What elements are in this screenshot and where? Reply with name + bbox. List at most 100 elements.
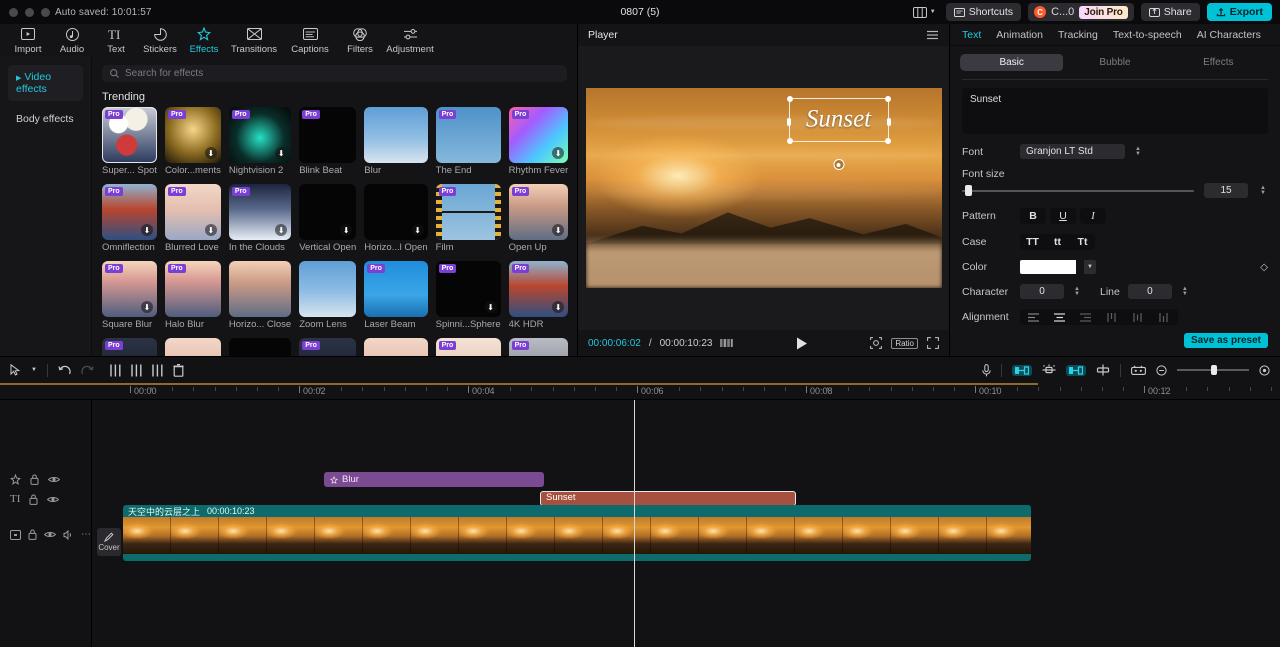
effect-thumbnail[interactable]: Pro ⬇ [102,261,157,317]
effect-item[interactable] [164,338,221,356]
effect-thumbnail[interactable]: Pro [164,261,221,317]
text-clip-sunset[interactable]: Sunset [540,491,796,506]
effect-thumbnail[interactable] [164,338,221,356]
text-content-input[interactable]: Sunset [962,88,1268,134]
resize-handle-bl[interactable] [786,138,793,144]
effect-thumbnail[interactable] [299,261,357,317]
effect-thumbnail[interactable]: Pro [508,338,569,356]
effect-thumbnail[interactable]: Pro ⬇ [164,107,221,163]
font-stepper[interactable]: ▲ ▼ [1133,146,1143,157]
segment-effects[interactable]: Effects [1167,54,1270,71]
uppercase-button[interactable]: TT [1020,234,1045,250]
maximize-window-button[interactable] [41,7,50,17]
menu-item-effects[interactable]: Effects [182,27,226,55]
effect-item[interactable]: Pro ⬇ Rhythm Fever [508,107,569,176]
undo-icon[interactable] [58,365,71,376]
effect-item[interactable]: Pro [435,338,501,356]
effect-thumbnail[interactable]: Pro ⬇ [508,184,569,240]
menu-item-transitions[interactable]: Transitions [226,27,282,55]
effect-item[interactable]: Pro Film [435,184,501,253]
close-window-button[interactable] [9,7,18,17]
font-size-slider[interactable] [962,184,1194,198]
tab-animation[interactable]: Animation [996,29,1043,41]
menu-item-stickers[interactable]: Stickers [138,27,182,55]
resize-handle-tr[interactable] [884,96,891,102]
menu-item-adjustment[interactable]: Adjustment [382,27,438,55]
crop-icon[interactable] [1066,364,1086,376]
mask-icon[interactable] [1131,364,1146,376]
eye-icon[interactable] [48,475,60,484]
effect-item[interactable]: Pro The End [435,107,501,176]
split-icon[interactable] [110,364,121,377]
effect-thumbnail[interactable]: Pro ⬇ [508,107,569,163]
download-icon[interactable]: ⬇ [552,147,565,159]
effect-thumbnail[interactable]: Pro [102,107,157,163]
resize-handle-br[interactable] [884,138,891,144]
effect-clip-blur[interactable]: Blur [324,472,544,487]
effect-thumbnail[interactable] [228,261,292,317]
tab-ai-characters[interactable]: AI Characters [1197,29,1261,41]
effect-item[interactable]: ⬇ Horizo...l Open [364,184,428,253]
effect-thumbnail[interactable] [228,338,292,356]
effect-thumbnail[interactable]: Pro [299,338,357,356]
align-vertical-center-icon[interactable] [1126,310,1150,324]
video-preview[interactable]: Sunset [585,88,942,288]
effect-thumbnail[interactable]: Pro [435,338,501,356]
category-video-effects[interactable]: ▶ Video effects [8,65,83,101]
shortcuts-button[interactable]: Shortcuts [945,3,1022,21]
export-button[interactable]: Export [1206,3,1272,21]
search-input[interactable]: Search for effects [102,65,567,82]
redo-icon[interactable] [81,365,94,376]
download-icon[interactable]: ⬇ [340,224,353,236]
effect-thumbnail[interactable]: ⬇ [364,184,428,240]
text-icon[interactable]: TI [10,493,20,505]
effect-item[interactable]: Pro ⬇ 4K HDR [508,261,569,330]
trim-right-icon[interactable] [152,364,163,377]
effect-item[interactable]: Pro ⬇ Omniflection [102,184,157,253]
tracks-area[interactable]: Cover Blur Sunset 天空中的云层之上 00:00:10:23 [92,400,1280,647]
effect-item[interactable]: Pro ⬇ Spinni...Sphere [435,261,501,330]
text-overlay-box[interactable]: Sunset [786,96,891,170]
download-icon[interactable]: ⬇ [484,301,497,313]
menu-item-audio[interactable]: Audio [50,27,94,55]
effect-item[interactable]: Zoom Lens [299,261,357,330]
zoom-in-icon[interactable] [1259,364,1270,376]
effect-thumbnail[interactable]: Pro [299,107,357,163]
titlecase-button[interactable]: Tt [1070,234,1095,250]
effect-item[interactable]: Pro ⬇ Color...ments [164,107,221,176]
menu-item-text[interactable]: TI Text [94,27,138,55]
lowercase-button[interactable]: tt [1045,234,1070,250]
zoom-knob[interactable] [1211,365,1217,375]
more-icon[interactable]: ⋯ [81,529,92,540]
effect-item[interactable]: Blur [364,107,428,176]
effect-thumbnail[interactable]: Pro ⬇ [508,261,569,317]
lock-icon[interactable] [28,529,37,540]
cover-button[interactable]: Cover [97,528,121,556]
account-chip[interactable]: C C...0 Join Pro [1028,3,1134,21]
color-dropdown-icon[interactable]: ▼ [1084,260,1096,274]
download-icon[interactable]: ⬇ [552,224,565,236]
menu-item-import[interactable]: Import [6,27,50,55]
effect-thumbnail[interactable]: Pro [435,184,501,240]
zoom-out-icon[interactable] [1156,364,1167,376]
chevron-down-icon[interactable]: ▼ [31,367,37,373]
effect-thumbnail[interactable]: Pro ⬇ [102,184,157,240]
timeline-ruler[interactable]: 00:00 00:02 00:04 00:06 00:08 00:10 00:12 [0,383,1280,400]
effect-thumbnail[interactable]: Pro ⬇ [435,261,501,317]
slider-knob[interactable] [965,185,972,196]
eye-icon[interactable] [44,530,56,539]
window-controls[interactable] [9,7,50,17]
quality-icon[interactable] [720,338,734,348]
video-icon[interactable] [10,529,21,540]
share-button[interactable]: Share [1140,3,1200,21]
rotate-handle[interactable] [833,159,844,170]
character-value[interactable]: 0 [1020,284,1064,299]
align-vertical-bottom-icon[interactable] [1152,310,1176,324]
category-body-effects[interactable]: Body effects [8,107,83,131]
effect-item[interactable]: Pro Super... Spot [102,107,157,176]
mixer-icon[interactable] [1042,364,1056,376]
download-icon[interactable]: ⬇ [275,224,288,236]
download-icon[interactable]: ⬇ [140,301,153,313]
keyframe-icon[interactable] [1012,364,1032,376]
ratio-button[interactable]: Ratio [891,337,918,349]
